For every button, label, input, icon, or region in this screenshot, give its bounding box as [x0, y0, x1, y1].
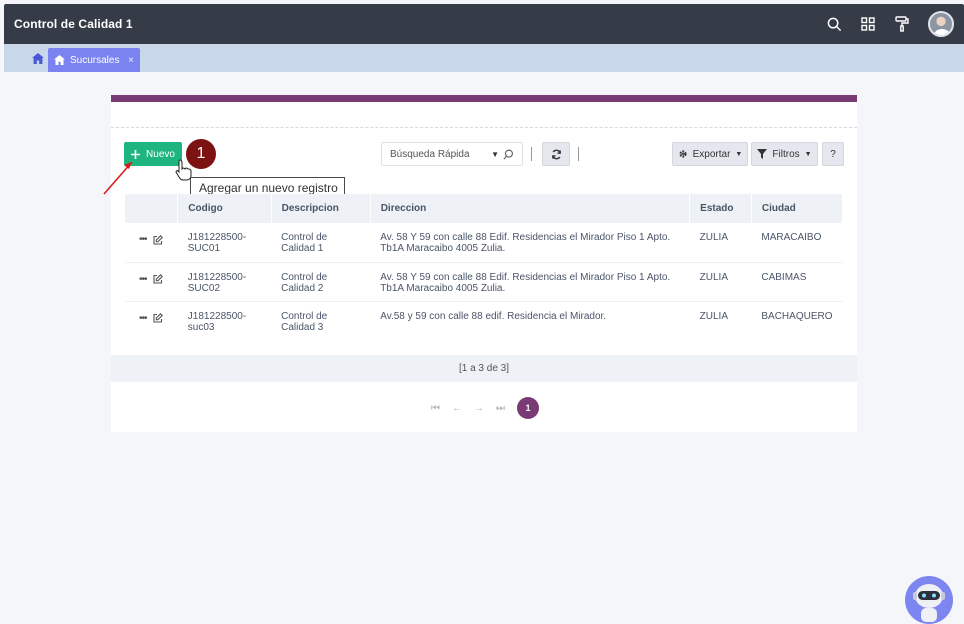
first-page-icon[interactable]: ⏮: [431, 403, 440, 414]
last-page-icon[interactable]: ⏭: [496, 403, 505, 414]
edit-icon[interactable]: [152, 234, 163, 245]
accent-bar: [111, 95, 857, 102]
filtros-label: Filtros: [772, 148, 800, 160]
refresh-icon: [551, 149, 561, 159]
search-placeholder: Búsqueda Rápida: [390, 148, 470, 160]
refresh-button[interactable]: [542, 142, 570, 166]
row-actions: •••: [125, 301, 178, 340]
column-header-ciudad[interactable]: Ciudad: [751, 194, 844, 223]
tab-sucursales[interactable]: Sucursales ×: [48, 48, 140, 72]
home-icon[interactable]: [32, 53, 44, 65]
robot-icon: [913, 584, 945, 622]
cell-descripcion: Control de Calidad 1: [271, 223, 371, 263]
cell-estado: ZULIA: [699, 310, 728, 322]
edit-icon[interactable]: [152, 313, 163, 323]
app-header: Control de Calidad 1: [4, 4, 964, 44]
help-button[interactable]: ?: [822, 142, 844, 166]
caret-down-icon: ▼: [735, 150, 743, 158]
avatar[interactable]: [928, 11, 954, 37]
column-header-estado[interactable]: Estado: [689, 194, 752, 223]
cell-direccion: Av.58 y 59 con calle 88 edif. Residencia…: [380, 310, 607, 322]
divider: [578, 147, 579, 161]
cell-descripcion: Control de Calidad 2: [271, 262, 371, 302]
next-page-icon[interactable]: →: [474, 403, 484, 414]
divider: [531, 147, 532, 161]
records-summary: [1 a 3 de 3]: [111, 355, 857, 382]
cell-codigo: J181228500-SUC01: [177, 223, 272, 263]
assistant-bot-button[interactable]: [905, 576, 953, 624]
more-icon[interactable]: •••: [139, 234, 147, 245]
column-header-direccion[interactable]: Direccion: [370, 194, 691, 223]
apps-grid-icon[interactable]: [860, 16, 876, 32]
tab-bar: Sucursales ×: [4, 44, 964, 72]
row-actions: •••: [125, 262, 178, 302]
pagination: ⏮ ← → ⏭ 1: [431, 397, 539, 419]
table-row[interactable]: ••• J181228500-SUC01 Control de Calidad …: [125, 223, 843, 263]
more-icon[interactable]: •••: [139, 274, 147, 285]
column-header-actions: [125, 194, 179, 223]
more-icon[interactable]: •••: [139, 313, 147, 324]
column-header-descripcion[interactable]: Descripcion: [271, 194, 371, 223]
gear-icon: [679, 150, 687, 158]
edit-icon[interactable]: [152, 274, 163, 284]
cell-ciudad: CABIMAS: [751, 262, 843, 302]
cell-descripcion: Control de Calidad 3: [281, 310, 328, 333]
cell-direccion: Av. 58 Y 59 con calle 88 Edif. Residenci…: [370, 223, 690, 263]
search-icon[interactable]: [826, 16, 842, 32]
app-title: Control de Calidad 1: [14, 17, 133, 31]
header-actions: [826, 11, 954, 37]
page-button[interactable]: 1: [517, 397, 539, 419]
table-row[interactable]: ••• J181228500-SUC02 Control de Calidad …: [125, 262, 843, 302]
home-icon: [54, 55, 65, 65]
divider: [111, 127, 857, 128]
caret-down-icon[interactable]: ▼: [491, 150, 499, 159]
filtros-button[interactable]: Filtros ▼: [751, 142, 818, 166]
main-card: Nuevo 1 Agregar un nuevo registro Búsque…: [103, 95, 857, 432]
cell-estado: ZULIA: [689, 223, 752, 263]
cell-ciudad: BACHAQUERO: [761, 310, 833, 322]
caret-down-icon: ▼: [804, 150, 812, 158]
search-input[interactable]: Búsqueda Rápida ▼: [381, 142, 523, 166]
column-header-codigo[interactable]: Codigo: [177, 194, 272, 223]
cell-codigo: J181228500-SUC02: [177, 262, 272, 302]
records-summary-text: [1 a 3 de 3]: [458, 363, 510, 374]
annotation-arrow-icon: [103, 161, 133, 195]
cell-codigo: J181228500-suc03: [187, 310, 247, 333]
cell-direccion: Av. 58 Y 59 con calle 88 Edif. Residenci…: [370, 262, 690, 302]
cell-estado: ZULIA: [689, 262, 752, 302]
exportar-label: Exportar: [692, 148, 731, 160]
cell-ciudad: MARACAIBO: [751, 223, 843, 263]
paint-roller-icon[interactable]: [894, 16, 910, 32]
prev-page-icon[interactable]: ←: [452, 403, 462, 414]
row-actions: •••: [125, 223, 178, 263]
filter-icon: [757, 149, 768, 159]
table-row[interactable]: ••• J181228500-suc03 Control de Calidad …: [125, 301, 843, 340]
exportar-button[interactable]: Exportar ▼: [672, 142, 748, 166]
close-icon[interactable]: ×: [128, 55, 134, 66]
table-header-row: Codigo Descripcion Direccion Estado Ciud…: [125, 194, 844, 223]
tab-label: Sucursales: [70, 54, 120, 66]
search-icon[interactable]: [503, 149, 514, 160]
